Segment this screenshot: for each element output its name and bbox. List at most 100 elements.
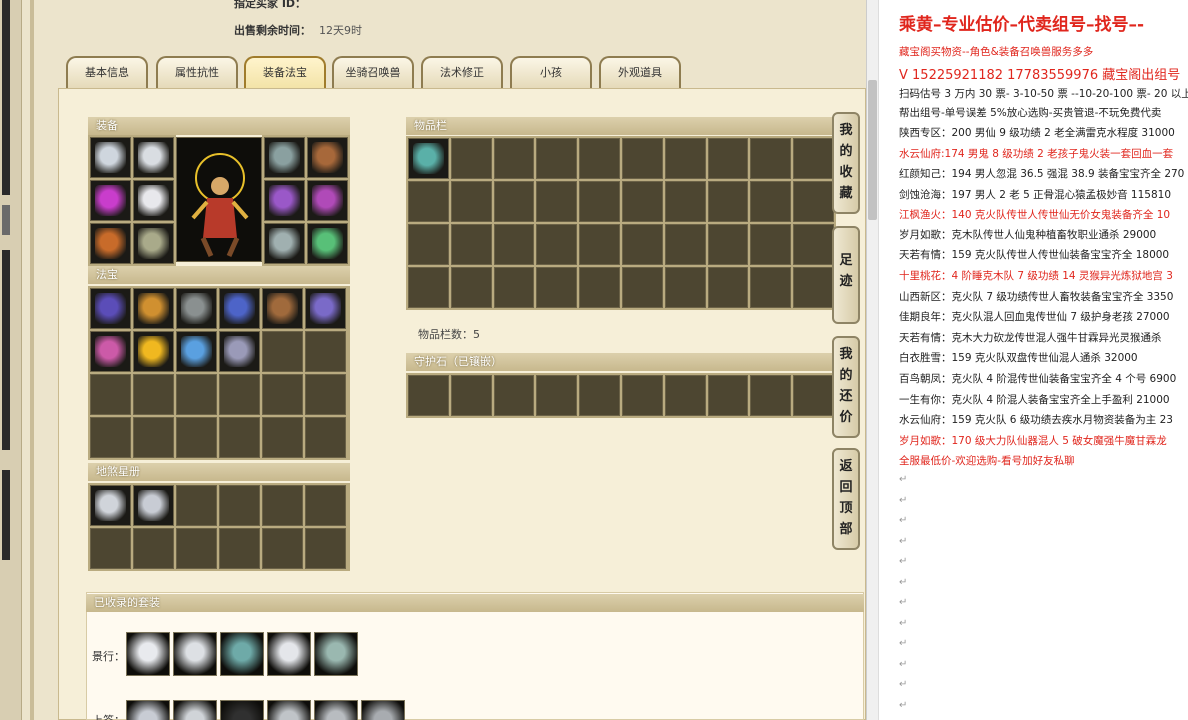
tab-children[interactable]: 小孩 bbox=[510, 56, 592, 88]
inventory-empty-slot[interactable] bbox=[493, 181, 535, 222]
treasure-empty-slot[interactable] bbox=[305, 374, 346, 415]
treasure-empty-slot[interactable] bbox=[90, 417, 131, 458]
inventory-empty-slot[interactable] bbox=[450, 267, 492, 308]
guard-stone-empty-slot[interactable] bbox=[579, 375, 620, 416]
inventory-empty-slot[interactable] bbox=[621, 138, 663, 179]
star-book-empty-slot[interactable] bbox=[176, 485, 217, 526]
star-book-empty-slot[interactable] bbox=[219, 485, 260, 526]
equipment-item-icon[interactable] bbox=[133, 223, 174, 264]
page-scrollbar[interactable] bbox=[866, 0, 878, 720]
star-book-empty-slot[interactable] bbox=[305, 485, 346, 526]
inventory-empty-slot[interactable] bbox=[536, 224, 578, 265]
inventory-empty-slot[interactable] bbox=[408, 181, 449, 222]
equipment-item-icon[interactable] bbox=[264, 223, 305, 264]
star-book-empty-slot[interactable] bbox=[219, 528, 260, 569]
star-book-empty-slot[interactable] bbox=[262, 528, 303, 569]
inventory-item-icon[interactable] bbox=[408, 138, 449, 179]
set-item-icon[interactable] bbox=[173, 632, 217, 676]
guard-stone-empty-slot[interactable] bbox=[493, 375, 535, 416]
inventory-empty-slot[interactable] bbox=[664, 224, 706, 265]
treasure-empty-slot[interactable] bbox=[305, 417, 346, 458]
equipment-item-icon[interactable] bbox=[133, 137, 174, 178]
inventory-empty-slot[interactable] bbox=[408, 267, 449, 308]
treasure-empty-slot[interactable] bbox=[176, 417, 217, 458]
treasure-empty-slot[interactable] bbox=[219, 417, 260, 458]
my-favorites-button[interactable]: 我的收藏 bbox=[832, 112, 860, 214]
treasure-item-icon[interactable] bbox=[305, 288, 346, 329]
set-item-icon[interactable] bbox=[361, 700, 405, 720]
equipment-item-icon[interactable] bbox=[90, 223, 131, 264]
footprint-button[interactable]: 足迹 bbox=[832, 226, 860, 324]
treasure-item-icon[interactable] bbox=[90, 288, 131, 329]
set-item-icon[interactable] bbox=[314, 700, 358, 720]
guard-stone-empty-slot[interactable] bbox=[750, 375, 792, 416]
equipment-item-icon[interactable] bbox=[264, 137, 305, 178]
inventory-empty-slot[interactable] bbox=[450, 138, 492, 179]
star-book-item-icon[interactable] bbox=[90, 485, 131, 526]
inventory-empty-slot[interactable] bbox=[579, 224, 620, 265]
inventory-empty-slot[interactable] bbox=[408, 224, 449, 265]
star-book-empty-slot[interactable] bbox=[262, 485, 303, 526]
treasure-item-icon[interactable] bbox=[133, 288, 174, 329]
set-item-icon[interactable] bbox=[267, 632, 311, 676]
tab-equipment[interactable]: 装备法宝 bbox=[244, 56, 326, 88]
treasure-empty-slot[interactable] bbox=[90, 374, 131, 415]
treasure-item-icon[interactable] bbox=[262, 288, 303, 329]
treasure-empty-slot[interactable] bbox=[262, 331, 303, 372]
tab-appearance[interactable]: 外观道具 bbox=[599, 56, 681, 88]
set-item-icon[interactable] bbox=[314, 632, 358, 676]
star-book-item-icon[interactable] bbox=[133, 485, 174, 526]
treasure-empty-slot[interactable] bbox=[305, 331, 346, 372]
set-item-icon[interactable] bbox=[126, 700, 170, 720]
treasure-empty-slot[interactable] bbox=[262, 374, 303, 415]
inventory-empty-slot[interactable] bbox=[579, 181, 620, 222]
inventory-empty-slot[interactable] bbox=[793, 138, 834, 179]
inventory-empty-slot[interactable] bbox=[493, 138, 535, 179]
inventory-empty-slot[interactable] bbox=[536, 267, 578, 308]
guard-stone-empty-slot[interactable] bbox=[664, 375, 706, 416]
inventory-empty-slot[interactable] bbox=[493, 224, 535, 265]
treasure-empty-slot[interactable] bbox=[219, 374, 260, 415]
treasure-empty-slot[interactable] bbox=[133, 417, 174, 458]
inventory-empty-slot[interactable] bbox=[450, 224, 492, 265]
equipment-item-icon[interactable] bbox=[307, 180, 348, 221]
tab-mounts-pets[interactable]: 坐骑召唤兽 bbox=[332, 56, 414, 88]
inventory-empty-slot[interactable] bbox=[536, 138, 578, 179]
scrollbar-thumb[interactable] bbox=[868, 80, 877, 220]
treasure-item-icon[interactable] bbox=[219, 331, 260, 372]
treasure-item-icon[interactable] bbox=[219, 288, 260, 329]
guard-stone-empty-slot[interactable] bbox=[793, 375, 834, 416]
my-counteroffer-button[interactable]: 我的还价 bbox=[832, 336, 860, 438]
inventory-empty-slot[interactable] bbox=[750, 181, 792, 222]
treasure-empty-slot[interactable] bbox=[133, 374, 174, 415]
treasure-item-icon[interactable] bbox=[176, 288, 217, 329]
inventory-empty-slot[interactable] bbox=[750, 224, 792, 265]
star-book-empty-slot[interactable] bbox=[133, 528, 174, 569]
set-item-icon[interactable] bbox=[267, 700, 311, 720]
inventory-empty-slot[interactable] bbox=[707, 224, 749, 265]
tab-basic-info[interactable]: 基本信息 bbox=[66, 56, 148, 88]
star-book-empty-slot[interactable] bbox=[176, 528, 217, 569]
guard-stone-empty-slot[interactable] bbox=[621, 375, 663, 416]
treasure-empty-slot[interactable] bbox=[262, 417, 303, 458]
star-book-empty-slot[interactable] bbox=[305, 528, 346, 569]
equipment-item-icon[interactable] bbox=[133, 180, 174, 221]
inventory-empty-slot[interactable] bbox=[493, 267, 535, 308]
set-item-icon[interactable] bbox=[126, 632, 170, 676]
equipment-item-icon[interactable] bbox=[90, 180, 131, 221]
inventory-empty-slot[interactable] bbox=[707, 138, 749, 179]
treasure-item-icon[interactable] bbox=[133, 331, 174, 372]
inventory-empty-slot[interactable] bbox=[793, 224, 834, 265]
inventory-empty-slot[interactable] bbox=[450, 181, 492, 222]
inventory-empty-slot[interactable] bbox=[664, 138, 706, 179]
tab-attributes[interactable]: 属性抗性 bbox=[156, 56, 238, 88]
equipment-item-icon[interactable] bbox=[264, 180, 305, 221]
inventory-empty-slot[interactable] bbox=[707, 181, 749, 222]
guard-stone-empty-slot[interactable] bbox=[450, 375, 492, 416]
guard-stone-empty-slot[interactable] bbox=[408, 375, 449, 416]
treasure-empty-slot[interactable] bbox=[176, 374, 217, 415]
inventory-empty-slot[interactable] bbox=[579, 138, 620, 179]
inventory-empty-slot[interactable] bbox=[621, 224, 663, 265]
set-item-icon[interactable] bbox=[220, 700, 264, 720]
inventory-empty-slot[interactable] bbox=[664, 181, 706, 222]
